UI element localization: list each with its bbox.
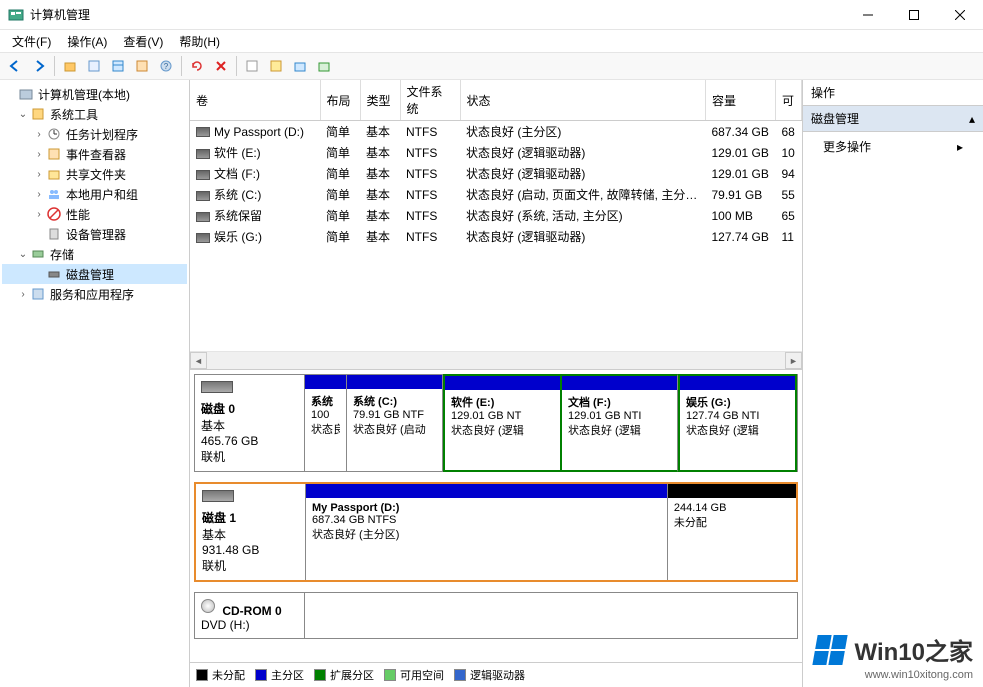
disk0-part4[interactable]: 娱乐 (G:)127.74 GB NTI状态良好 (逻辑 — [678, 374, 797, 472]
tree-root[interactable]: 计算机管理(本地) — [2, 84, 187, 104]
minimize-button[interactable] — [845, 0, 891, 30]
tree-services[interactable]: ›服务和应用程序 — [2, 284, 187, 304]
volume-icon — [196, 212, 210, 222]
volume-icon — [196, 233, 210, 243]
tree-systools[interactable]: ⌄系统工具 — [2, 104, 187, 124]
col-layout[interactable]: 布局 — [320, 80, 360, 121]
table-row[interactable]: 文档 (F:)简单基本NTFS状态良好 (逻辑驱动器)129.01 GB94 — [190, 163, 802, 184]
table-row[interactable]: 软件 (E:)简单基本NTFS状态良好 (逻辑驱动器)129.01 GB10 — [190, 142, 802, 163]
toolbar: ? — [0, 52, 983, 80]
table-row[interactable]: 娱乐 (G:)简单基本NTFS状态良好 (逻辑驱动器)127.74 GB11 — [190, 226, 802, 247]
tb-icon-7[interactable] — [289, 55, 311, 77]
cdrom-label: CD-ROM 0 DVD (H:) — [195, 593, 305, 638]
disk0-partitions: 系统100状态良 系统 (C:)79.91 GB NTF状态良好 (启动 软件 … — [305, 375, 797, 471]
menu-view[interactable]: 查看(V) — [115, 31, 171, 52]
disk0-block[interactable]: 磁盘 0 基本 465.76 GB 联机 系统100状态良 系统 (C:)79.… — [194, 374, 798, 472]
volume-table-wrap: 卷 布局 类型 文件系统 状态 容量 可 My Passport (D:)简单基… — [190, 80, 802, 370]
tb-icon-6[interactable] — [265, 55, 287, 77]
h-scrollbar[interactable]: ◄ ► — [190, 351, 802, 369]
close-button[interactable] — [937, 0, 983, 30]
col-status[interactable]: 状态 — [460, 80, 706, 121]
menu-action[interactable]: 操作(A) — [59, 31, 115, 52]
disk1-label: 磁盘 1 基本 931.48 GB 联机 — [196, 484, 306, 580]
center-pane: 卷 布局 类型 文件系统 状态 容量 可 My Passport (D:)简单基… — [190, 80, 803, 687]
volume-icon — [196, 127, 210, 137]
cdrom-block[interactable]: CD-ROM 0 DVD (H:) — [194, 592, 798, 639]
disk1-part0[interactable]: My Passport (D:)687.34 GB NTFS状态良好 (主分区) — [306, 484, 668, 580]
legend: 未分配 主分区 扩展分区 可用空间 逻辑驱动器 — [190, 662, 802, 687]
view-button[interactable] — [107, 55, 129, 77]
collapse-icon: ▴ — [969, 112, 975, 126]
disk-diagram-pane[interactable]: 磁盘 0 基本 465.76 GB 联机 系统100状态良 系统 (C:)79.… — [190, 370, 802, 662]
refresh-button[interactable] — [186, 55, 208, 77]
disk1-partitions: My Passport (D:)687.34 GB NTFS状态良好 (主分区)… — [306, 484, 796, 580]
disk-icon — [202, 490, 234, 502]
col-fs[interactable]: 文件系统 — [400, 80, 460, 121]
window-controls — [845, 0, 983, 30]
actions-more[interactable]: 更多操作▸ — [803, 132, 983, 161]
properties-button[interactable] — [83, 55, 105, 77]
titlebar: 计算机管理 — [0, 0, 983, 30]
cdrom-icon — [201, 599, 215, 613]
menu-help[interactable]: 帮助(H) — [171, 31, 228, 52]
tree-eventviewer[interactable]: ›事件查看器 — [2, 144, 187, 164]
table-row[interactable]: My Passport (D:)简单基本NTFS状态良好 (主分区)687.34… — [190, 121, 802, 143]
tree-storage[interactable]: ⌄存储 — [2, 244, 187, 264]
disk0-label: 磁盘 0 基本 465.76 GB 联机 — [195, 375, 305, 471]
tb-icon-8[interactable] — [313, 55, 335, 77]
tree-perf[interactable]: ›性能 — [2, 204, 187, 224]
app-icon — [8, 7, 24, 23]
svg-text:?: ? — [164, 62, 169, 71]
tree-diskmgmt[interactable]: 磁盘管理 — [2, 264, 187, 284]
table-row[interactable]: 系统保留简单基本NTFS状态良好 (系统, 活动, 主分区)100 MB65 — [190, 205, 802, 226]
chevron-right-icon: ▸ — [957, 140, 963, 154]
window-title: 计算机管理 — [30, 6, 845, 23]
actions-pane: 操作 磁盘管理▴ 更多操作▸ — [803, 80, 983, 687]
settings-button[interactable] — [131, 55, 153, 77]
tree-pane[interactable]: 计算机管理(本地) ⌄系统工具 ›任务计划程序 ›事件查看器 ›共享文件夹 ›本… — [0, 80, 190, 687]
volume-table[interactable]: 卷 布局 类型 文件系统 状态 容量 可 My Passport (D:)简单基… — [190, 80, 802, 247]
disk0-part0[interactable]: 系统100状态良 — [305, 375, 347, 471]
disk0-part1[interactable]: 系统 (C:)79.91 GB NTF状态良好 (启动 — [347, 375, 443, 471]
maximize-button[interactable] — [891, 0, 937, 30]
table-row[interactable]: 系统 (C:)简单基本NTFS状态良好 (启动, 页面文件, 故障转储, 主分区… — [190, 184, 802, 205]
volume-icon — [196, 170, 210, 180]
col-capacity[interactable]: 容量 — [706, 80, 776, 121]
col-type[interactable]: 类型 — [360, 80, 400, 121]
forward-button[interactable] — [28, 55, 50, 77]
tree-users[interactable]: ›本地用户和组 — [2, 184, 187, 204]
menu-file[interactable]: 文件(F) — [4, 31, 59, 52]
tree-shared[interactable]: ›共享文件夹 — [2, 164, 187, 184]
tb-icon-5[interactable] — [241, 55, 263, 77]
actions-diskmgmt[interactable]: 磁盘管理▴ — [803, 106, 983, 132]
col-volume[interactable]: 卷 — [190, 80, 320, 121]
up-button[interactable] — [59, 55, 81, 77]
disk-icon — [201, 381, 233, 393]
actions-header: 操作 — [803, 80, 983, 106]
volume-icon — [196, 149, 210, 159]
col-free[interactable]: 可 — [776, 80, 802, 121]
disk0-part2[interactable]: 软件 (E:)129.01 GB NT状态良好 (逻辑 — [443, 374, 562, 472]
tree-scheduler[interactable]: ›任务计划程序 — [2, 124, 187, 144]
volume-icon — [196, 191, 210, 201]
disk0-part3[interactable]: 文档 (F:)129.01 GB NTI状态良好 (逻辑 — [562, 374, 678, 472]
menubar: 文件(F) 操作(A) 查看(V) 帮助(H) — [0, 30, 983, 52]
back-button[interactable] — [4, 55, 26, 77]
disk1-block[interactable]: 磁盘 1 基本 931.48 GB 联机 My Passport (D:)687… — [194, 482, 798, 582]
disk1-part1[interactable]: 244.14 GB未分配 — [668, 484, 796, 580]
tree-devmgr[interactable]: 设备管理器 — [2, 224, 187, 244]
delete-button[interactable] — [210, 55, 232, 77]
help-button[interactable]: ? — [155, 55, 177, 77]
scroll-right-icon[interactable]: ► — [785, 352, 802, 369]
scroll-left-icon[interactable]: ◄ — [190, 352, 207, 369]
